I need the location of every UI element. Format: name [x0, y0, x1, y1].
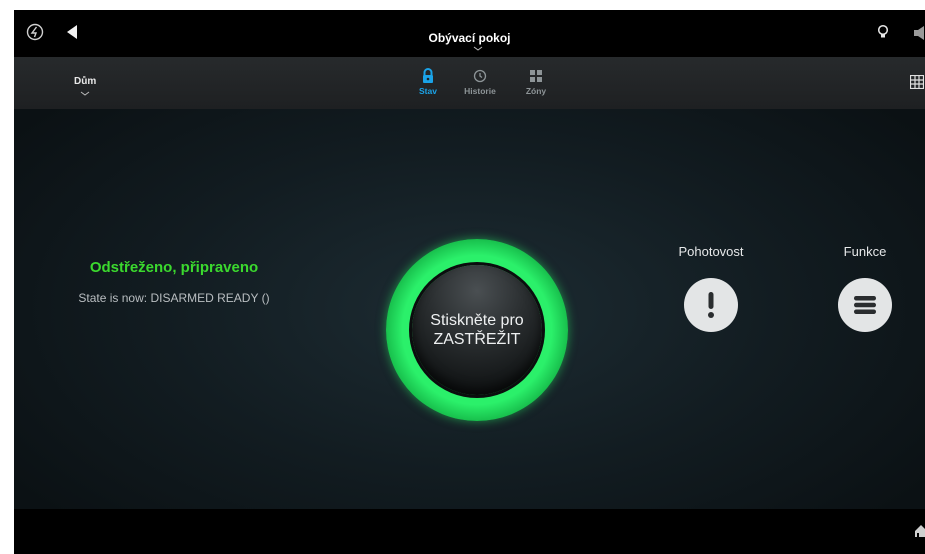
page-title[interactable]: Obývací pokoj [14, 31, 925, 45]
lock-icon [423, 68, 433, 83]
tab-stav[interactable]: Stav [403, 67, 453, 96]
tab-label: Stav [419, 86, 437, 96]
action-label: Pohotovost [678, 244, 744, 259]
arm-button-line2: ZASTŘEŽIT [433, 331, 521, 348]
chevron-down-icon[interactable] [80, 91, 90, 96]
tab-historie[interactable]: Historie [455, 67, 505, 96]
exclamation-icon [708, 292, 714, 318]
emergency-button[interactable] [684, 278, 738, 332]
chevron-down-icon[interactable] [473, 46, 483, 51]
arm-button-line1: Stiskněte pro [430, 312, 524, 329]
tab-zony[interactable]: Zóny [511, 67, 561, 96]
zones-grid-icon [530, 70, 542, 82]
lightbulb-icon[interactable] [877, 24, 889, 40]
action-label: Funkce [843, 244, 887, 259]
bottom-bar [14, 509, 925, 554]
keypad-grid-icon[interactable] [910, 75, 924, 89]
tab-label: Zóny [525, 86, 547, 96]
action-funkce[interactable]: Funkce [815, 244, 915, 332]
app-window: Obývací pokoj Dům Stav Historie Zóny Ods… [14, 10, 925, 554]
history-icon [473, 69, 487, 83]
functions-button[interactable] [838, 278, 892, 332]
arm-button-ring: Stiskněte pro ZASTŘEŽIT [386, 239, 568, 421]
arm-button[interactable]: Stiskněte pro ZASTŘEŽIT [412, 265, 542, 395]
tab-label: Historie [464, 86, 496, 96]
menu-icon [854, 296, 876, 314]
top-bar: Obývací pokoj [14, 10, 925, 57]
speaker-icon[interactable] [914, 26, 925, 40]
action-pohotovost[interactable]: Pohotovost [661, 244, 761, 332]
location-selector[interactable]: Dům [74, 76, 96, 87]
state-text: State is now: DISARMED READY () [78, 291, 270, 305]
main-panel: Odstřeženo, připraveno State is now: DIS… [14, 109, 925, 509]
home-icon[interactable] [915, 525, 925, 537]
sub-navigation: Dům Stav Historie Zóny [14, 57, 925, 109]
status-text: Odstřeženo, připraveno [89, 259, 259, 276]
